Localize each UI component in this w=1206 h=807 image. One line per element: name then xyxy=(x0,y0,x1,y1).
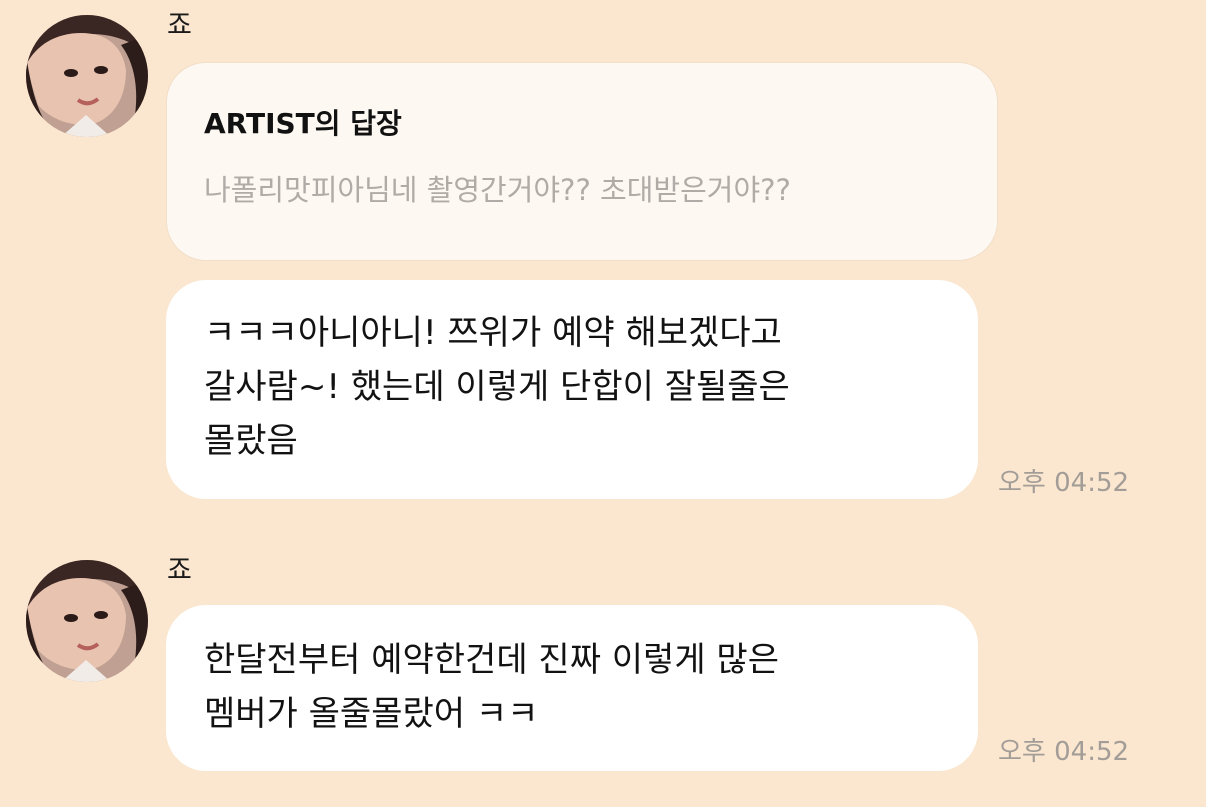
profile-photo-icon xyxy=(26,560,148,682)
message-line: 갈사람~! 했는데 이렇게 단합이 잘될줄은 xyxy=(204,367,790,407)
avatar[interactable] xyxy=(26,15,148,137)
profile-photo-icon xyxy=(26,15,148,137)
message-line: 몰랐음 xyxy=(204,421,298,461)
reply-preview: 나폴리맛피아님네 촬영간거야?? 초대받은거야?? xyxy=(204,173,791,207)
message-line: 한달전부터 예약한건데 진짜 이렇게 많은 xyxy=(204,640,779,680)
message-line: 멤버가 올줄몰랐어 ㅋㅋ xyxy=(204,694,539,734)
message-bubble[interactable]: ㅋㅋㅋ아니아니! 쯔위가 예약 해보겠다고 갈사람~! 했는데 이렇게 단합이 … xyxy=(166,280,978,499)
sender-name: 죠 xyxy=(167,10,192,41)
message-line: ㅋㅋㅋ아니아니! 쯔위가 예약 해보겠다고 xyxy=(204,313,782,353)
message-text: ㅋㅋㅋ아니아니! 쯔위가 예약 해보겠다고 갈사람~! 했는데 이렇게 단합이 … xyxy=(204,306,790,468)
sender-name: 죠 xyxy=(167,555,192,586)
message-bubble[interactable]: 한달전부터 예약한건데 진짜 이렇게 많은 멤버가 올줄몰랐어 ㅋㅋ xyxy=(166,605,978,771)
message-time: 오후 04:52 xyxy=(998,468,1130,498)
message-text: 한달전부터 예약한건데 진짜 이렇게 많은 멤버가 올줄몰랐어 ㅋㅋ xyxy=(204,633,779,741)
message-time: 오후 04:52 xyxy=(998,737,1130,767)
avatar[interactable] xyxy=(26,560,148,682)
reply-quote-bubble[interactable]: ARTIST의 답장 나폴리맛피아님네 촬영간거야?? 초대받은거야?? xyxy=(166,62,998,261)
reply-title: ARTIST의 답장 xyxy=(204,107,402,140)
